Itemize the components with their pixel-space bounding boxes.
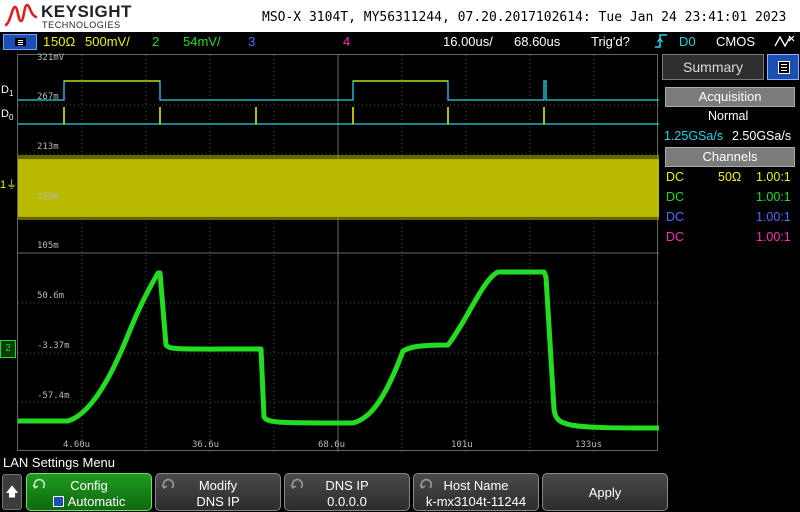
ch2-scale[interactable]: 54mV/ [183,34,221,49]
up-arrow-icon: 🡅 [5,484,19,499]
dns-ip-softkey-value: 0.0.0.0 [327,494,367,509]
acquisition-header[interactable]: Acquisition [665,87,795,107]
ch2-label[interactable]: 2 [152,34,159,49]
timebase-scale[interactable]: 16.00us/ [443,34,493,49]
apply-softkey[interactable]: Apply [542,473,668,511]
config-softkey[interactable]: Config Automatic [26,473,152,511]
keysight-wave-icon [4,3,38,27]
summary-panel: Summary Acquisition Normal 1.25GSa/s 2.5… [660,54,800,451]
modify-softkey-value: DNS IP [196,494,240,509]
digital-label-d1[interactable]: D1 [1,84,13,98]
ch4-coupling: DC [666,230,685,244]
ch2-ground-marker[interactable]: 2 [0,340,16,358]
waveform-display[interactable]: 321mV 267m 213m 159m 105m 50.6m -3.37m -… [17,53,659,452]
modify-softkey-label: Modify [198,478,238,493]
config-softkey-label: Config [70,478,108,493]
ch1-scale[interactable]: 500mV/ [85,34,130,49]
modify-softkey[interactable]: Modify DNS IP [155,473,281,511]
ch3-probe: 1.00:1 [756,210,791,224]
brand-name: KEYSIGHT [41,2,132,21]
host-name-softkey[interactable]: Host Name k-mx3104t-11244 [413,473,539,511]
instrument-title: MSO-X 3104T, MY56311244, 07.20.201710261… [262,10,787,25]
rising-edge-icon[interactable] [654,33,668,52]
x-label-2: 68.6u [318,440,346,450]
config-softkey-value-row: Automatic [27,494,151,509]
graticule-grid [18,55,659,452]
ch1-trace [18,159,659,217]
y-label-2: 213m [37,142,59,152]
digital-label-d0[interactable]: D0 [1,108,13,122]
trigger-mode-icon[interactable] [774,33,796,52]
ch1-label[interactable]: 1 [43,34,50,49]
ch4-label[interactable]: 4 [343,34,350,49]
y-label-3: 159m [37,192,59,202]
softkey-bar: 🡅 Config Automatic Modify DNS IP DNS IP … [0,471,800,512]
ch2-probe: 1.00:1 [756,190,791,204]
channel-status-bar: 1 50Ω 500mV/ 2 54mV/ 3 4 16.00us/ 68.60u… [0,32,800,52]
dns-ip-softkey[interactable]: DNS IP 0.0.0.0 [284,473,410,511]
header-bar: KEYSIGHT TECHNOLOGIES MSO-X 3104T, MY563… [0,0,800,32]
x-label-1: 36.6u [192,440,220,450]
sample-rate-2: 2.50GSa/s [732,129,792,143]
x-label-4: 133us [575,440,603,450]
host-name-softkey-label: Host Name [443,478,509,493]
checkbox-icon [52,496,64,507]
y-label-0: 321mV [37,53,65,63]
y-label-4: 105m [37,241,59,251]
ch1-impedance[interactable]: 50Ω [51,34,75,49]
host-name-softkey-value: k-mx3104t-11244 [425,494,527,509]
y-label-1: 267m [37,92,59,102]
menu-list-icon [15,38,26,46]
y-label-5: 50.6m [37,291,65,301]
y-label-6: -3.37m [37,341,70,351]
brand-subtitle: TECHNOLOGIES [42,20,121,30]
ground-icon: ⏚ [6,179,18,191]
dns-ip-softkey-label: DNS IP [325,478,369,493]
keysight-logo: KEYSIGHT TECHNOLOGIES [4,2,134,30]
menu-up-button[interactable]: 🡅 [2,474,22,510]
ch3-label[interactable]: 3 [248,34,255,49]
logic-family[interactable]: CMOS [716,34,755,49]
ch1-input-impedance: 50Ω [718,170,742,184]
y-label-7: -57.4m [37,391,70,401]
sample-rate-1: 1.25GSa/s [664,129,724,143]
timebase-delay[interactable]: 68.60us [514,34,560,49]
trigger-source[interactable]: D0 [679,34,696,49]
summary-tab[interactable]: Summary [662,54,764,80]
summary-menu-button[interactable] [767,54,799,80]
x-label-0: 4.60u [63,440,91,450]
ch3-coupling: DC [666,210,685,224]
trigger-status: Trig'd? [591,34,630,49]
ch1-probe: 1.00:1 [756,170,791,184]
ch1-ground-marker[interactable]: 1⏚ [0,176,18,192]
apply-softkey-label: Apply [588,485,622,500]
channels-header[interactable]: Channels [665,147,795,167]
config-softkey-value: Automatic [67,494,126,509]
acquisition-mode: Normal [708,109,749,123]
ch4-probe: 1.00:1 [756,230,791,244]
ch1-coupling: DC [666,170,685,184]
summary-list-icon [778,61,790,74]
main-menu-button[interactable] [3,34,37,50]
ch2-coupling: DC [666,190,685,204]
x-label-3: 101u [451,440,473,450]
softkey-menu-title: LAN Settings Menu [3,455,116,470]
